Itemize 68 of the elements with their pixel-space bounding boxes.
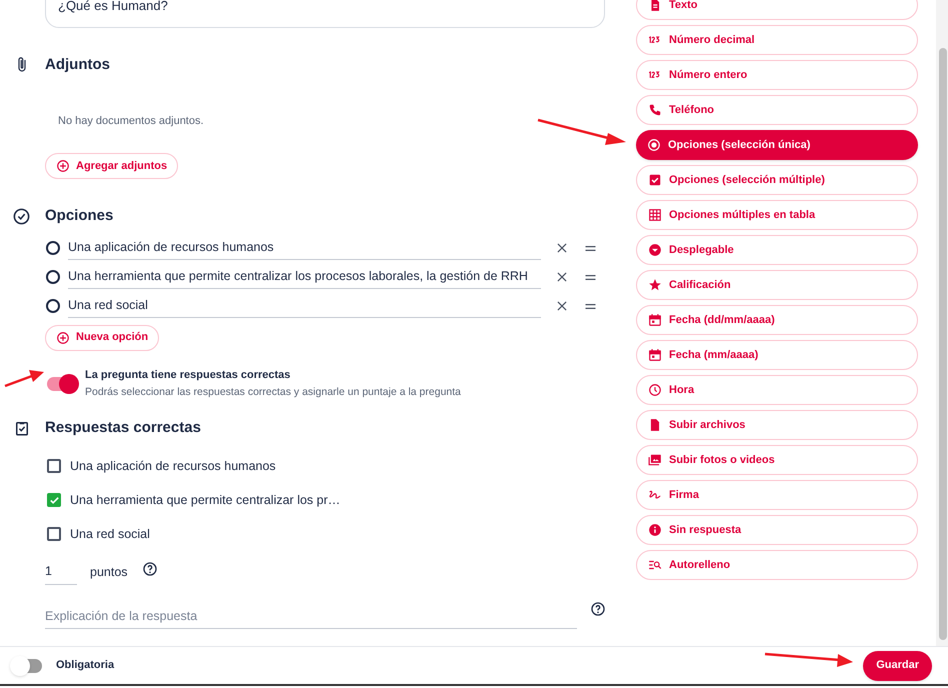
radio-button[interactable]	[46, 270, 60, 284]
close-icon	[555, 241, 569, 255]
checkbox[interactable]	[47, 527, 61, 542]
checkbox-icon	[648, 173, 662, 187]
option-field[interactable]: Una red social	[68, 294, 541, 318]
scrollbar-thumb[interactable]	[939, 48, 947, 640]
empty-message: No hay documentos adjuntos.	[58, 114, 205, 128]
answer-label: Una red social	[70, 526, 150, 543]
field-type-option[interactable]: Hora	[636, 375, 918, 405]
annotation-arrow	[4, 370, 44, 388]
field-type-option[interactable]: Sin respuesta	[636, 515, 918, 545]
field-type-option[interactable]: Subir archivos	[636, 410, 918, 440]
field-type-option[interactable]: Texto	[636, 0, 918, 20]
field-type-option[interactable]: Subir fotos o videos	[636, 445, 918, 475]
toggle-label: La pregunta tiene respuestas correctas	[85, 368, 292, 382]
explanation-field[interactable]: Explicación de la respuesta	[45, 603, 577, 630]
field-type-option[interactable]: Autorelleno	[636, 550, 918, 580]
answer-label: Una herramienta que permite centralizar los pr…	[70, 492, 340, 509]
toggle-label: Obligatoria	[56, 658, 114, 674]
field-type-option[interactable]: Opciones (selección múltiple)	[636, 165, 918, 195]
checkbox[interactable]	[47, 459, 61, 474]
check-circle-icon	[12, 206, 31, 226]
field-type-option[interactable]: Opciones (selección única)	[636, 130, 918, 160]
field-type-option[interactable]: Teléfono	[636, 95, 918, 125]
field-type-option[interactable]: Número entero	[636, 60, 918, 90]
points-field[interactable]: 1	[45, 559, 77, 586]
option-field[interactable]: Una aplicación de recursos humanos	[68, 236, 541, 260]
calendar-icon	[648, 348, 662, 362]
plus-circle-icon	[56, 159, 70, 173]
save-button[interactable]: Guardar	[863, 650, 932, 680]
radio-button[interactable]	[46, 299, 60, 313]
calendar-icon	[648, 313, 662, 327]
grid-icon	[648, 208, 662, 222]
photos-icon	[648, 453, 662, 467]
file-icon	[648, 418, 662, 432]
section-title: Adjuntos	[45, 55, 110, 75]
section-title: Respuestas correctas	[45, 418, 201, 438]
toggle-switch[interactable]	[12, 658, 42, 672]
points-label: puntos	[90, 564, 128, 581]
list-search-icon	[648, 558, 662, 572]
radio-icon	[647, 138, 661, 152]
add-button[interactable]: Nueva opción	[45, 324, 160, 350]
field-type-option[interactable]: Fecha (mm/aaaa)	[636, 340, 918, 370]
section-title: Opciones	[45, 206, 114, 226]
option-field[interactable]: Una herramienta que permite centralizar los procesos laborales, la gestión de RRH	[68, 265, 541, 289]
phone-icon	[648, 103, 662, 117]
answer-label: Una aplicación de recursos humanos	[70, 458, 276, 475]
close-icon	[555, 299, 569, 313]
close-icon	[555, 270, 569, 284]
field-type-option[interactable]: Desplegable	[636, 235, 918, 265]
field-type-option[interactable]: Opciones múltiples en tabla	[636, 200, 918, 230]
field-type-option[interactable]: Fecha (dd/mm/aaaa)	[636, 305, 918, 335]
plus-circle-icon	[56, 330, 70, 344]
clock-icon	[648, 383, 662, 397]
toggle-switch[interactable]	[47, 376, 77, 391]
checkbox[interactable]	[47, 493, 61, 508]
info-icon	[648, 523, 662, 537]
star-icon	[648, 278, 662, 292]
add-button[interactable]: Agregar adjuntos	[45, 153, 178, 179]
field-type-option[interactable]: Calificación	[636, 270, 918, 300]
radio-button[interactable]	[46, 241, 60, 255]
field-type-option[interactable]: Firma	[636, 480, 918, 510]
field-type-option[interactable]: Número decimal	[636, 25, 918, 55]
toggle-description: Podrás seleccionar las respuestas correctas y asignarle un puntaje a la pregunta	[85, 385, 461, 400]
question-field[interactable]: ¿Qué es Humand?	[45, 0, 605, 28]
dropdown-icon	[648, 243, 662, 257]
help-icon	[590, 601, 606, 618]
help-icon	[142, 561, 158, 578]
